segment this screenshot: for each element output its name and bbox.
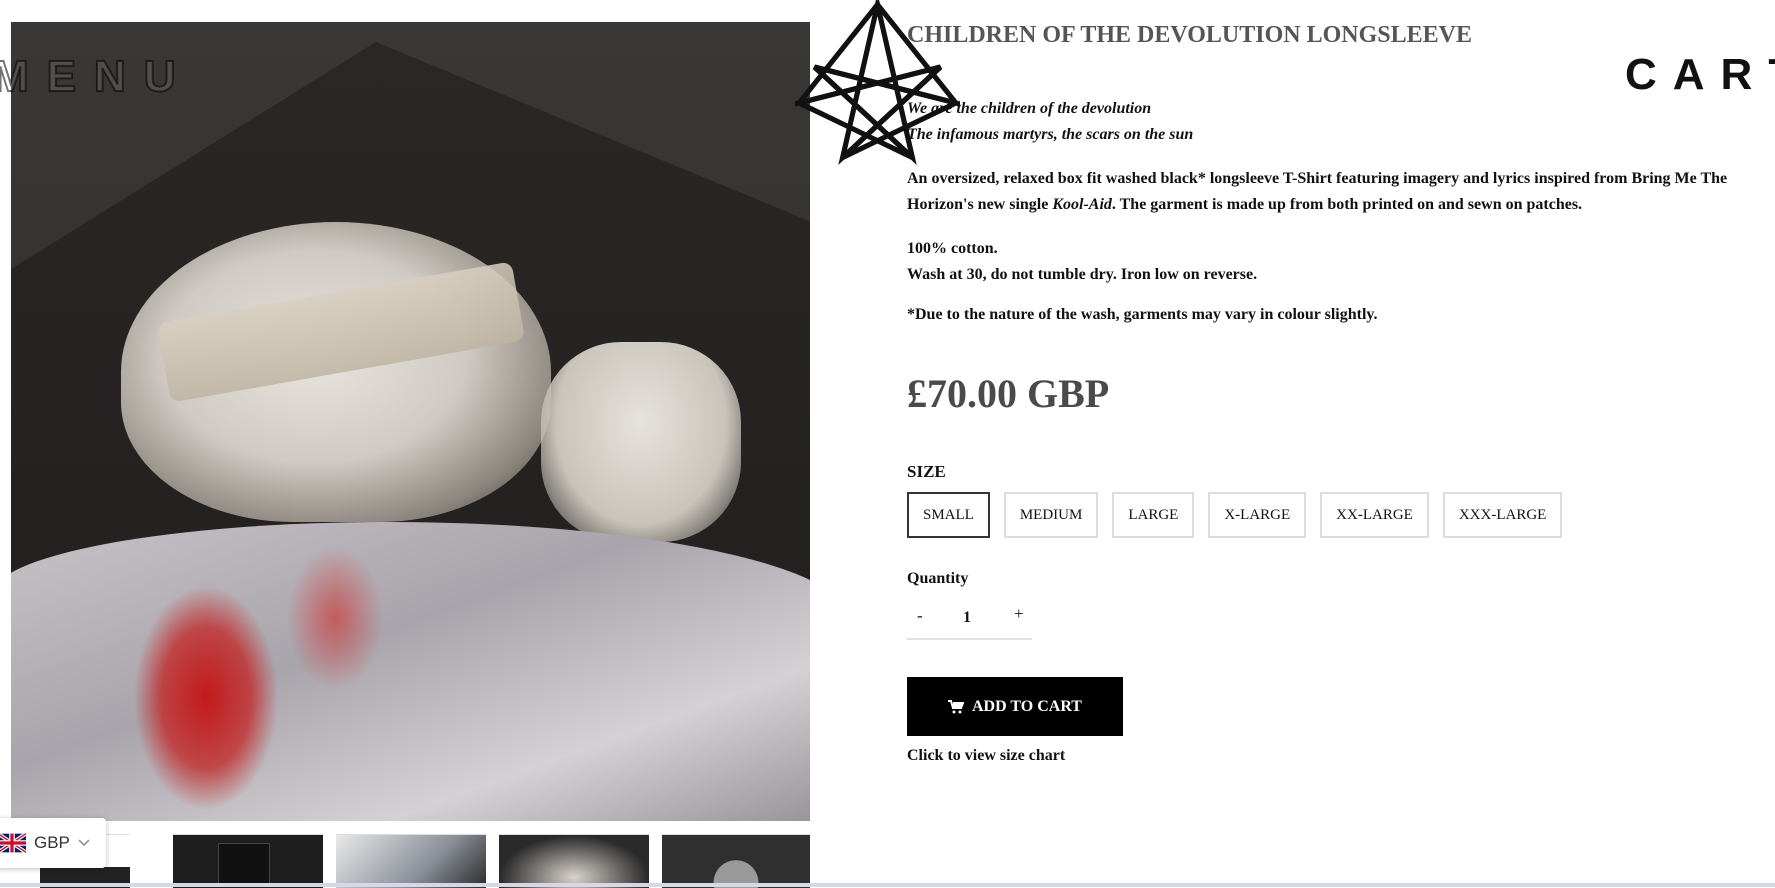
lyrics-line: We are the children of the devolution	[907, 100, 1152, 117]
product-thumbnail[interactable]	[499, 834, 649, 888]
size-option-x-large[interactable]: X-LARGE	[1208, 492, 1307, 538]
description-emphasis: Kool-Aid	[1052, 196, 1112, 213]
menu-button[interactable]: MENU	[0, 51, 194, 102]
product-description: An oversized, relaxed box fit washed bla…	[907, 166, 1757, 218]
quantity-input[interactable]: 1	[963, 609, 971, 627]
quantity-stepper: - 1 +	[907, 600, 1032, 640]
cart-link[interactable]: CART	[1625, 50, 1775, 100]
product-thumbnail[interactable]	[173, 834, 323, 888]
add-to-cart-label: ADD TO CART	[972, 697, 1082, 715]
wash-note: *Due to the nature of the wash, garments…	[907, 306, 1378, 323]
thumbnail-strip	[0, 834, 820, 888]
care-line: Wash at 30, do not tumble dry. Iron low …	[907, 266, 1258, 283]
lyrics-line: The infamous martyrs, the scars on the s…	[907, 126, 1194, 143]
product-thumbnail[interactable]	[662, 834, 810, 888]
product-title: CHILDREN OF THE DEVOLUTION LONGSLEEVE	[907, 22, 1472, 48]
product-price: £70.00 GBP	[907, 371, 1110, 416]
bandaged-hand	[541, 342, 741, 542]
quantity-increase-button[interactable]: +	[1014, 604, 1024, 624]
quantity-label: Quantity	[907, 570, 969, 587]
page-bottom-border	[0, 883, 1775, 887]
size-option-small[interactable]: SMALL	[907, 492, 990, 538]
size-options: SMALL MEDIUM LARGE X-LARGE XX-LARGE XXX-…	[907, 492, 1563, 538]
add-to-cart-button[interactable]: ADD TO CART	[907, 677, 1123, 736]
care-instructions: 100% cotton. Wash at 30, do not tumble d…	[907, 236, 1257, 288]
size-label: SIZE	[907, 462, 946, 481]
print-fabric	[11, 522, 810, 821]
care-line: 100% cotton.	[907, 240, 998, 257]
currency-selector[interactable]: GBP	[0, 818, 106, 868]
uk-flag-icon	[0, 833, 26, 853]
cart-icon	[948, 699, 964, 713]
quantity-decrease-button[interactable]: -	[917, 606, 923, 626]
size-option-xxx-large[interactable]: XXX-LARGE	[1442, 492, 1563, 538]
label-patch	[218, 843, 270, 885]
currency-code: GBP	[34, 833, 70, 852]
product-thumbnail[interactable]	[336, 834, 486, 888]
product-lyrics: We are the children of the devolution Th…	[907, 96, 1193, 148]
description-text: . The garment is made up from both print…	[1111, 196, 1583, 213]
size-option-xx-large[interactable]: XX-LARGE	[1320, 492, 1429, 538]
product-main-image[interactable]	[11, 22, 810, 821]
size-chart-link[interactable]: Click to view size chart	[907, 747, 1065, 765]
size-option-medium[interactable]: MEDIUM	[1003, 492, 1099, 538]
size-option-large[interactable]: LARGE	[1112, 492, 1195, 538]
chevron-down-icon	[78, 839, 90, 847]
